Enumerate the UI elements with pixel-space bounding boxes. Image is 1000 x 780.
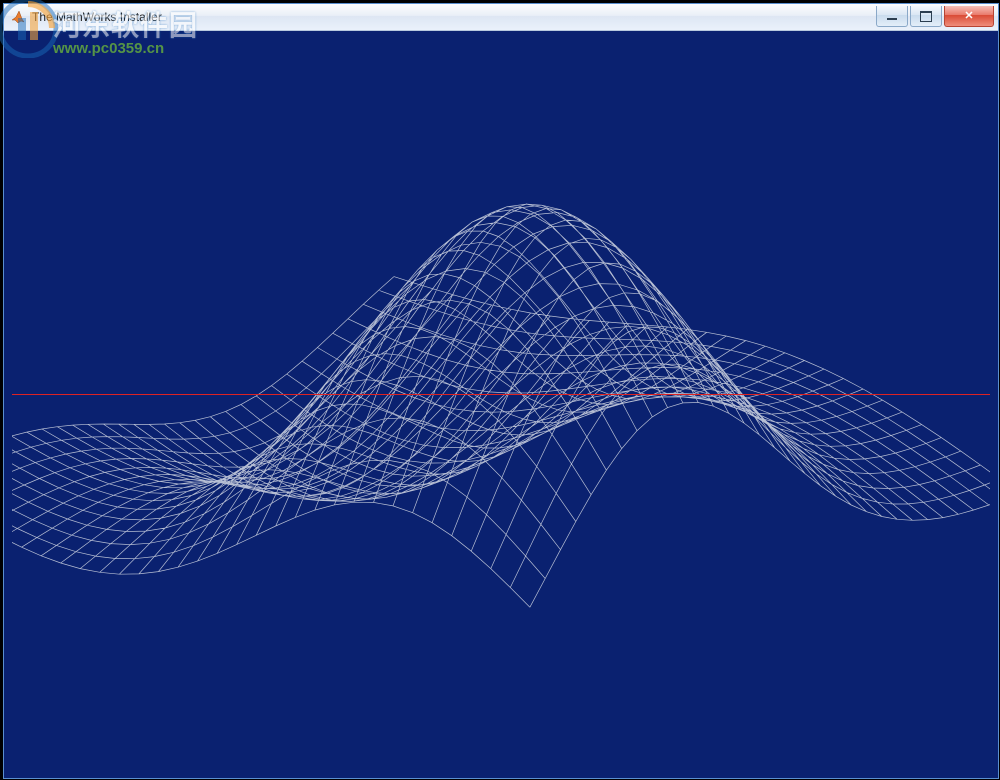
maximize-icon: [920, 11, 932, 22]
membrane-wireframe: [12, 37, 990, 770]
minimize-icon: [887, 18, 897, 20]
matlab-app-icon: [10, 9, 26, 25]
maximize-button[interactable]: [910, 6, 942, 27]
installer-window: The MathWorks Installer ✕ 河东软件园 www.pc03…: [3, 3, 999, 779]
window-controls: ✕: [874, 6, 994, 26]
minimize-button[interactable]: [876, 6, 908, 27]
window-title: The MathWorks Installer: [32, 10, 874, 24]
titlebar[interactable]: The MathWorks Installer ✕: [4, 4, 998, 31]
close-button[interactable]: ✕: [944, 6, 994, 27]
splash-canvas: [12, 37, 990, 770]
progress-line: [12, 394, 990, 395]
close-icon: ✕: [964, 11, 973, 22]
